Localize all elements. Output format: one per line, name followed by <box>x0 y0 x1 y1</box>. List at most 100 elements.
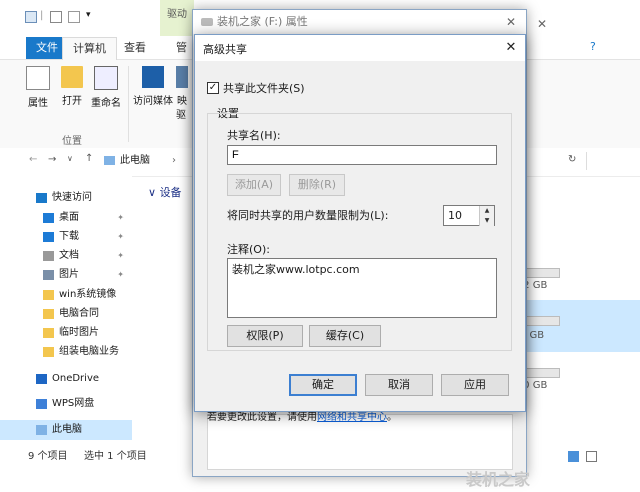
properties-titlebar: 装机之家 (F:) 属性 ✕ <box>193 10 526 34</box>
disk-row[interactable]: .2 GB <box>520 266 640 300</box>
documents-icon <box>43 251 54 261</box>
drive-tools-tab-header[interactable]: 驱动 <box>160 0 194 36</box>
disk-row[interactable]: .0 GB <box>520 366 640 396</box>
dialog-title: 高级共享 <box>203 43 247 56</box>
item-count: 9 个项目 <box>28 451 68 462</box>
share-name-input[interactable] <box>227 145 497 165</box>
nav-item[interactable]: 快速访问 <box>0 188 132 208</box>
media-icon <box>142 66 164 88</box>
network-note-suffix: 。 <box>387 412 397 423</box>
nav-item-label: 此电脑 <box>52 424 82 435</box>
user-limit-label: 将同时共享的用户数量限制为(L): <box>227 209 389 222</box>
address-path: 此电脑 <box>120 155 150 166</box>
caching-button[interactable]: 缓存(C) <box>309 325 381 347</box>
nav-item-label: OneDrive <box>52 373 100 384</box>
spin-down-icon[interactable]: ▼ <box>479 216 494 226</box>
address-box[interactable]: 此电脑 › <box>100 152 180 170</box>
recent-locations-icon[interactable]: ∨ <box>67 154 73 163</box>
devices-header-label: 设备 <box>159 186 182 199</box>
back-icon[interactable]: ← <box>29 154 37 165</box>
cancel-button[interactable]: 取消 <box>365 374 433 396</box>
pin-icon: ✦ <box>117 270 124 279</box>
comment-label: 注释(O): <box>227 243 270 256</box>
nav-item-label: win系统镜像 <box>59 289 117 300</box>
nav-item[interactable]: 图片 ✦ <box>0 265 132 285</box>
details-view-icon[interactable] <box>568 451 579 462</box>
help-icon[interactable]: ? <box>590 40 596 53</box>
pin-icon: ✦ <box>117 213 124 222</box>
download-icon <box>43 232 54 242</box>
properties-close-icon[interactable]: ✕ <box>497 10 525 34</box>
nav-item[interactable]: win系统镜像 <box>0 285 132 305</box>
large-icons-view-icon[interactable] <box>586 451 597 462</box>
comment-textarea[interactable]: 装机之家www.lotpc.com <box>227 258 497 318</box>
remove-button[interactable]: 删除(R) <box>289 174 345 196</box>
nav-item-label: 桌面 <box>59 212 79 223</box>
rename-button[interactable]: 重命名 <box>89 66 123 109</box>
nav-item[interactable]: 下载 ✦ <box>0 227 132 247</box>
nav-item-label: 快速访问 <box>52 192 92 203</box>
share-folder-label: 共享此文件夹(S) <box>223 82 305 95</box>
permissions-button[interactable]: 权限(P) <box>227 325 303 347</box>
close-icon[interactable]: ✕ <box>497 36 525 60</box>
chevron-right-icon: › <box>172 155 176 166</box>
drive-label: 驱 <box>176 110 186 121</box>
folder-icon <box>43 290 54 300</box>
forward-icon[interactable]: → <box>48 154 56 165</box>
open-icon <box>61 66 83 88</box>
navigation-pane: 快速访问 桌面 ✦ 下载 ✦ 文档 ✦ 图片 ✦ win系统镜像 电脑合同 临时图片 组装电脑业务 One… <box>0 176 132 446</box>
nav-item[interactable]: 组装电脑业务 <box>0 342 132 362</box>
watermark: 装机之家 <box>466 470 531 489</box>
nav-item-label: 组装电脑业务 <box>59 346 119 357</box>
properties-quick-icon[interactable] <box>50 11 62 23</box>
pc-icon <box>104 156 115 165</box>
nav-item[interactable]: 电脑合同 <box>0 304 132 324</box>
ribbon-group-location: 位置 <box>62 136 82 147</box>
quick-access-dropdown-icon[interactable]: ▾ <box>86 10 91 20</box>
nav-item[interactable]: 此电脑 <box>0 420 132 440</box>
section-header-devices[interactable]: ∨ 设备 <box>148 184 182 200</box>
ribbon-divider <box>128 66 129 142</box>
pc-icon <box>36 425 47 435</box>
nav-item[interactable]: 临时图片 <box>0 323 132 343</box>
open-button[interactable]: 打开 <box>55 66 89 107</box>
apply-button[interactable]: 应用 <box>441 374 509 396</box>
nav-item[interactable]: 桌面 ✦ <box>0 208 132 228</box>
properties-button[interactable]: 属性 <box>21 66 55 109</box>
disk-row-selected[interactable]: 0 GB <box>520 300 640 352</box>
access-media-button[interactable]: 访问媒体 <box>132 66 174 107</box>
access-media-label: 访问媒体 <box>133 96 173 107</box>
advanced-sharing-dialog: 高级共享 ✕ ✓ 共享此文件夹(S) 设置 共享名(H): 添加(A) 删除(R… <box>194 34 526 412</box>
folder-icon <box>43 309 54 319</box>
properties-label: 属性 <box>28 98 48 109</box>
map-drive-button[interactable]: 映 <box>174 66 190 107</box>
nav-item[interactable]: WPS网盘 <box>0 394 132 414</box>
up-icon[interactable]: ↑ <box>85 153 93 164</box>
add-button[interactable]: 添加(A) <box>227 174 281 196</box>
network-note-prefix: 若要更改此设置，请使用 <box>207 412 317 423</box>
pc-icon <box>25 11 37 23</box>
onedrive-icon <box>36 374 47 384</box>
share-folder-checkbox[interactable]: ✓ <box>207 82 219 94</box>
pictures-icon <box>43 270 54 280</box>
new-folder-quick-icon[interactable] <box>68 11 80 23</box>
spin-up-icon[interactable]: ▲ <box>479 206 494 216</box>
comment-text: 装机之家www.lotpc.com <box>232 263 360 276</box>
tab-computer[interactable]: 计算机 <box>62 37 117 60</box>
selected-count: 选中 1 个项目 <box>84 451 147 462</box>
nav-item[interactable]: 文档 ✦ <box>0 246 132 266</box>
rename-icon <box>94 66 118 90</box>
refresh-icon[interactable]: ↻ <box>568 154 576 165</box>
network-sharing-center-link[interactable]: 网络和共享中心 <box>317 412 387 423</box>
user-limit-stepper[interactable]: 10 ▲ ▼ <box>443 205 495 226</box>
rename-label: 重命名 <box>91 98 121 109</box>
nav-item-label: WPS网盘 <box>52 398 95 409</box>
nav-item-label: 图片 <box>59 269 79 280</box>
nav-item-label: 下载 <box>59 231 79 242</box>
folder-icon <box>43 347 54 357</box>
ok-button[interactable]: 确定 <box>289 374 357 396</box>
explorer-close-icon[interactable]: ✕ <box>528 12 556 36</box>
tab-view[interactable]: 查看 <box>114 37 156 59</box>
nav-item[interactable]: OneDrive <box>0 369 132 389</box>
search-input[interactable] <box>586 152 640 170</box>
